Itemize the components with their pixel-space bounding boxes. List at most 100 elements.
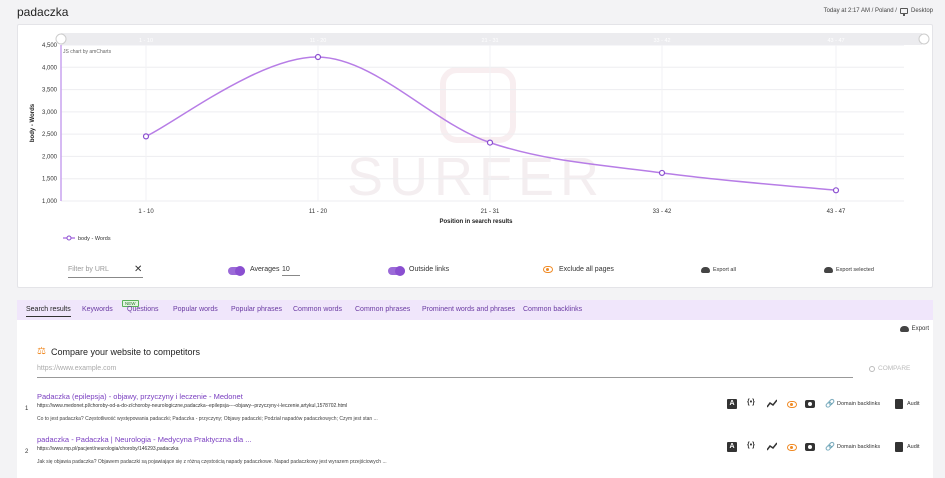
y-tick-label: 2,500 [42,132,58,138]
search-results-panel: Export ⚖ Compare your website to competi… [17,320,933,478]
text-editor-icon[interactable]: A [727,399,737,409]
compare-heading: ⚖ Compare your website to competitors [37,346,200,357]
chart-credit: JS chart by amCharts [63,49,112,55]
y-tick-label: 4,000 [42,65,58,71]
y-tick-label: 3,000 [42,110,58,116]
data-point [486,139,494,146]
text-editor-icon[interactable]: A [727,442,737,452]
y-tick-label: 4,500 [42,43,58,49]
result-rank: 2 [25,449,29,455]
tab-popular-phrases[interactable]: Popular phrases [231,306,282,313]
result-row: 1 Padaczka (epilepsja) - objawy, przyczy… [17,392,933,432]
page-title: padaczka [17,5,69,19]
results-tabs: Search results Keywords NEW Questions Po… [17,300,933,320]
legend-label: body - Words [78,236,111,242]
result-title-link[interactable]: padaczka - Padaczka | Neurologia - Medyc… [37,435,252,444]
audit-button[interactable]: Audit [907,444,920,450]
report-context: Today at 2:17 AM / Poland / Desktop [823,8,933,16]
domain-backlinks-button[interactable]: Domain backlinks [837,444,880,450]
x-tick-label: 11 - 20 [309,209,328,215]
exclude-all-pages-button[interactable]: Exclude all pages [559,266,614,273]
top-bar: padaczka Today at 2:17 AM / Poland / Des… [0,0,945,24]
clipboard-icon[interactable] [895,442,903,452]
code-icon[interactable]: {•} [747,442,757,452]
tab-questions[interactable]: Questions [127,306,159,313]
x-axis-label: Position in search results [439,219,513,225]
result-row: 2 padaczka - Padaczka | Neurologia - Med… [17,435,933,475]
data-point [314,53,322,61]
clipboard-icon[interactable] [895,399,903,409]
y-tick-label: 2,000 [42,154,58,160]
x-tick-label: 1 - 10 [138,209,154,215]
averages-input[interactable]: 10 [282,264,300,276]
trend-icon[interactable] [766,399,778,409]
averages-label: Averages [250,266,280,273]
domain-backlinks-button[interactable]: Domain backlinks [837,401,880,407]
legend-marker [66,235,72,241]
data-point [832,187,840,194]
code-icon[interactable]: {•} [747,399,757,409]
eye-icon[interactable] [787,444,797,451]
report-context-text: Today at 2:17 AM / Poland / [823,8,897,14]
result-actions: A {•} 🔗 Domain backlinks Audit [725,399,925,411]
scrollbar-category-label: 33 - 42 [653,38,670,44]
scrollbar-category-label: 21 - 31 [481,38,498,44]
export-selected-button[interactable]: Export selected [836,267,874,273]
scrollbar-category-label: 1 - 10 [139,38,153,44]
compare-url-input[interactable]: https://www.example.com [37,365,853,378]
device-label: Desktop [910,8,933,14]
cloud-download-icon [899,326,909,332]
tab-popular-words[interactable]: Popular words [173,306,218,313]
trend-icon[interactable] [766,442,778,452]
scale-icon: ⚖ [37,346,46,357]
scrollbar-handle-right [918,33,930,45]
result-rank: 1 [25,406,29,412]
compare-label: COMPARE [878,365,911,372]
data-point [658,169,666,177]
export-label: Export [911,326,929,332]
search-icon [869,365,875,372]
cloud-download-icon[interactable] [701,267,710,273]
tab-common-phrases[interactable]: Common phrases [355,306,410,313]
cloud-download-icon[interactable] [824,267,833,273]
x-tick-label: 43 - 47 [827,209,846,215]
scrollbar-handle-left [55,33,67,45]
result-title-link[interactable]: Padaczka (epilepsja) - objawy, przyczyny… [37,392,243,401]
surfer-logo-watermark [440,67,516,143]
result-snippet: Co to jest padaczka? Częstotliwość wystę… [37,416,378,422]
y-tick-label: 3,500 [42,88,58,94]
compare-button[interactable]: COMPARE [869,365,910,372]
tab-keywords[interactable]: Keywords [82,306,113,313]
result-snippet: Jak się objawia padaczka? Objawem padacz… [37,459,387,465]
scrollbar-category-label: 11 - 20 [310,38,327,44]
export-all-button[interactable]: Export all [713,267,736,273]
result-url: https://www.medonet.pl/choroby-od-a-do-z… [37,403,348,409]
compare-title: Compare your website to competitors [50,346,201,357]
filter-url-input[interactable]: Filter by URL [68,264,143,278]
tab-search-results[interactable]: Search results [26,306,71,317]
outside-links-toggle[interactable] [388,266,405,276]
desktop-icon [899,8,908,16]
camera-icon[interactable] [805,443,815,451]
y-tick-label: 1,000 [42,199,58,205]
link-icon[interactable]: 🔗 [825,399,835,409]
scrollbar-category-label: 43 - 47 [827,38,844,44]
result-actions: A {•} 🔗 Domain backlinks Audit [725,442,925,454]
x-tick-label: 33 - 42 [653,209,672,215]
audit-button[interactable]: Audit [907,401,920,407]
y-tick-label: 1,500 [42,177,58,183]
link-icon[interactable]: 🔗 [825,442,835,452]
clear-filter-icon[interactable]: ✕ [134,264,142,275]
tab-common-backlinks[interactable]: Common backlinks [523,306,582,313]
tab-common-words[interactable]: Common words [293,306,342,313]
tab-prominent-words[interactable]: Prominent words and phrases [422,306,515,313]
export-button[interactable]: Export [899,326,929,332]
eye-icon[interactable] [787,401,797,408]
chart-card: 1 - 10 11 - 20 21 - 31 33 - 42 43 - 47 SURFER… [17,24,933,288]
averages-toggle[interactable] [228,266,245,276]
y-axis-label: body - Words [30,103,36,142]
eye-icon[interactable] [543,266,553,273]
data-point [142,133,150,140]
camera-icon[interactable] [805,400,815,408]
outside-links-label: Outside links [409,266,450,273]
